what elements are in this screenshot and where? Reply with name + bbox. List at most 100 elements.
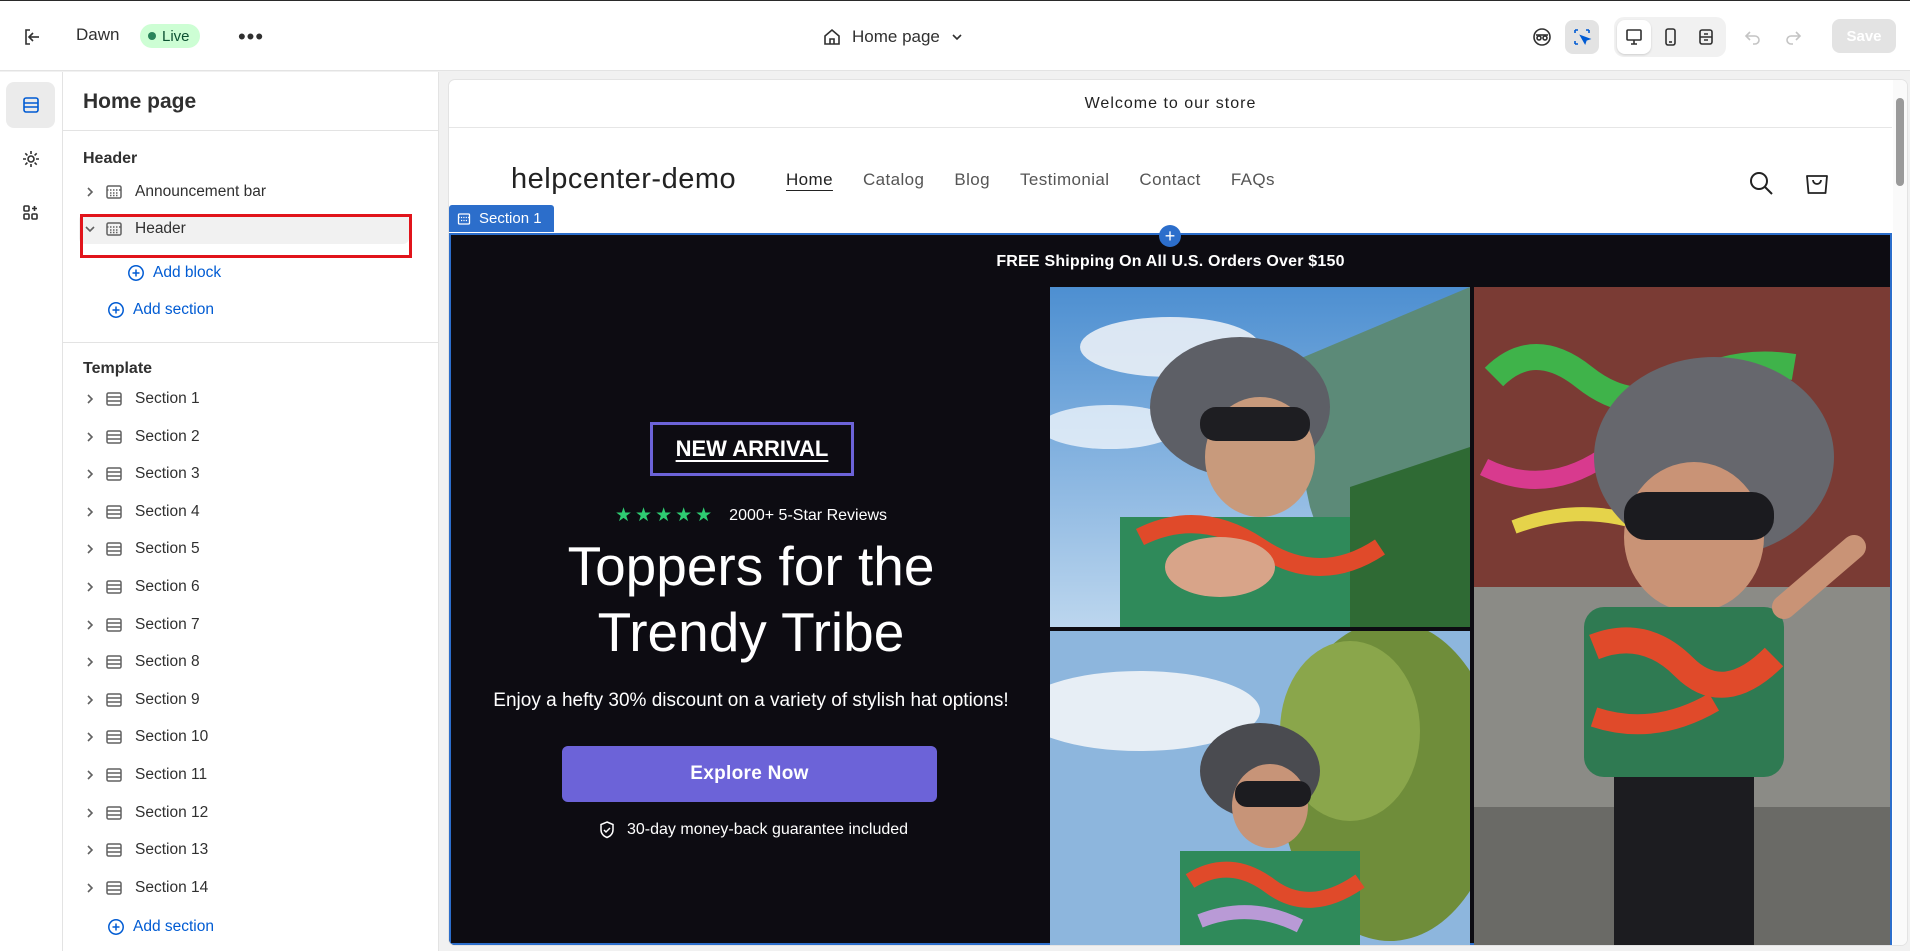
tree-item-section[interactable]: Section 5 <box>79 534 409 564</box>
add-section-button[interactable]: Add section <box>107 301 214 319</box>
tree-item-section[interactable]: Section 13 <box>79 835 409 865</box>
chevron-right-icon[interactable] <box>79 581 101 593</box>
tree-item-label: Section 4 <box>135 502 200 520</box>
chevron-right-icon[interactable] <box>79 694 101 706</box>
live-badge: Live <box>140 24 200 48</box>
tree-item-label: Section 11 <box>135 766 208 783</box>
shield-icon <box>600 821 614 839</box>
section-icon <box>105 728 131 746</box>
tree-item-section[interactable]: Section 9 <box>79 685 409 715</box>
tree-item-section[interactable]: Section 14 <box>79 873 409 903</box>
add-section-label: Add section <box>133 918 214 935</box>
tree-item-section[interactable]: Section 2 <box>79 422 409 452</box>
preview-scrollbar-thumb[interactable] <box>1896 98 1904 186</box>
chevron-right-icon[interactable] <box>79 619 101 631</box>
tree-item-section[interactable]: Section 11 <box>79 760 409 790</box>
tree-item-label: Section 7 <box>135 615 200 633</box>
chevron-down-icon <box>952 34 962 41</box>
nav-link-home[interactable]: Home <box>786 170 833 190</box>
nav-link-blog[interactable]: Blog <box>954 170 990 190</box>
cart-icon[interactable] <box>1800 166 1834 200</box>
guarantee-row: 30-day money-back guarantee included <box>597 820 908 840</box>
guarantee-text: 30-day money-back guarantee included <box>627 821 909 838</box>
select-element-icon[interactable] <box>1565 20 1599 54</box>
header-group-title: Header <box>83 150 138 167</box>
section-icon <box>105 879 131 897</box>
page-selector[interactable]: Home page <box>822 21 964 53</box>
live-label: Live <box>162 27 190 45</box>
tree-item-section[interactable]: Section 12 <box>79 798 409 828</box>
store-logo[interactable]: helpcenter-demo <box>511 163 736 196</box>
section-icon <box>105 841 131 859</box>
sections-sidebar: Home page Header Announcement bar Header… <box>63 72 439 951</box>
announcement-bar[interactable]: Welcome to our store <box>449 80 1892 128</box>
inspector-icon[interactable] <box>1525 20 1559 54</box>
tree-item-section[interactable]: Section 7 <box>79 610 409 640</box>
chevron-right-icon[interactable] <box>79 506 101 518</box>
redo-icon[interactable] <box>1776 20 1810 54</box>
tree-item-section[interactable]: Section 4 <box>79 497 409 527</box>
add-block-button[interactable]: Add block <box>127 264 221 282</box>
hero-section[interactable]: FREE Shipping On All U.S. Orders Over $1… <box>449 233 1892 945</box>
storefront-preview: Welcome to our store helpcenter-demo Hom… <box>449 80 1907 945</box>
plus-circle-icon <box>128 265 144 281</box>
nav-link-contact[interactable]: Contact <box>1139 170 1200 190</box>
mobile-icon[interactable] <box>1653 20 1687 54</box>
theme-settings-icon[interactable] <box>6 136 55 182</box>
headline-line: Toppers for the <box>567 535 935 597</box>
tree-item-announcement-bar[interactable]: Announcement bar <box>79 177 409 207</box>
chevron-right-icon[interactable] <box>79 543 101 555</box>
preview-scrollbar[interactable] <box>1893 80 1907 945</box>
tree-item-label: Section 3 <box>135 465 200 483</box>
explore-now-button[interactable]: Explore Now <box>562 746 937 802</box>
section-selected-tag[interactable]: Section 1 <box>449 205 554 232</box>
nav-link-testimonial[interactable]: Testimonial <box>1020 170 1109 190</box>
tree-item-section[interactable]: Section 3 <box>79 459 409 489</box>
nav-link-faqs[interactable]: FAQs <box>1231 170 1275 190</box>
chevron-right-icon[interactable] <box>79 468 101 480</box>
live-dot-icon <box>148 32 156 40</box>
exit-icon[interactable] <box>18 23 46 51</box>
section-icon <box>105 766 131 784</box>
shipping-banner: FREE Shipping On All U.S. Orders Over $1… <box>996 253 1345 270</box>
chevron-right-icon[interactable] <box>79 882 101 894</box>
reviews-row: ★★★★★ 2000+ 5-Star Reviews <box>615 504 887 527</box>
tree-item-label: Section 9 <box>135 690 200 708</box>
chevron-right-icon[interactable] <box>79 844 101 856</box>
search-icon[interactable] <box>1744 166 1778 200</box>
chevron-right-icon[interactable] <box>79 431 101 443</box>
section-icon <box>105 540 131 558</box>
editor-topbar: Dawn Live ••• Home page Save <box>0 0 1910 71</box>
tree-item-section[interactable]: Section 8 <box>79 647 409 677</box>
template-group-title: Template <box>83 360 153 377</box>
tree-item-section[interactable]: Section 6 <box>79 572 409 602</box>
chevron-right-icon[interactable] <box>79 656 101 668</box>
chevron-right-icon[interactable] <box>79 807 101 819</box>
undo-icon[interactable] <box>1736 20 1770 54</box>
product-photo-1 <box>1050 287 1470 627</box>
apps-icon[interactable] <box>6 190 55 236</box>
sections-icon[interactable] <box>6 82 55 128</box>
new-arrival-badge: NEW ARRIVAL <box>650 422 854 476</box>
tree-item-label: Section 13 <box>135 841 209 859</box>
chevron-right-icon[interactable] <box>79 393 101 405</box>
headline-line: Trendy Tribe <box>597 601 905 663</box>
product-photo-3 <box>1474 287 1890 945</box>
add-section-plus-icon[interactable]: + <box>1159 225 1181 247</box>
section-icon <box>105 691 131 709</box>
nav-link-catalog[interactable]: Catalog <box>863 170 924 190</box>
chevron-right-icon[interactable] <box>79 769 101 781</box>
desktop-icon[interactable] <box>1617 20 1651 54</box>
chevron-right-icon[interactable] <box>79 731 101 743</box>
product-photo-2 <box>1050 631 1470 945</box>
add-section-button[interactable]: Add section <box>107 918 214 936</box>
section-icon <box>105 616 131 634</box>
more-actions-icon[interactable]: ••• <box>236 23 266 51</box>
fullscreen-icon[interactable] <box>1689 20 1723 54</box>
tree-item-section[interactable]: Section 1 <box>79 384 409 414</box>
device-preview-group <box>1614 17 1726 57</box>
chevron-right-icon[interactable] <box>79 186 101 198</box>
tree-item-section[interactable]: Section 10 <box>79 722 409 752</box>
section-icon <box>105 578 131 596</box>
save-button[interactable]: Save <box>1832 19 1896 53</box>
